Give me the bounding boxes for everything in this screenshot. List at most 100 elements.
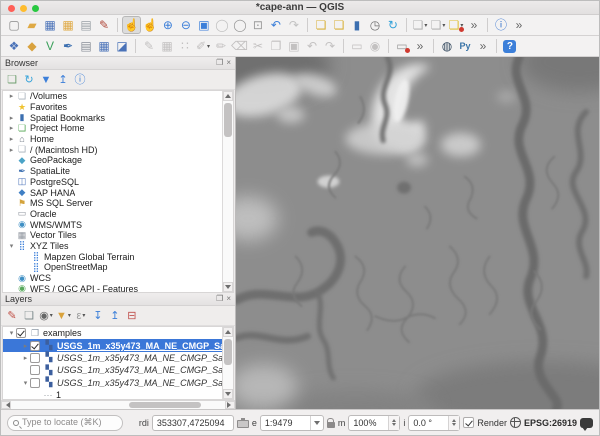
browser-item-home[interactable]: ▸⌂Home [3,134,222,145]
browser-item-wcs[interactable]: ◉WCS [3,273,222,284]
scrollbar-thumb[interactable] [129,402,201,408]
save-edits-button[interactable]: ▦ [158,37,176,55]
extents-toggle-icon[interactable] [237,420,249,428]
cut-features-button[interactable]: ✂ [249,37,267,55]
browser-item-xyz-tiles[interactable]: ▾⣿XYZ Tiles [3,241,222,252]
scroll-down-icon[interactable] [223,282,233,292]
scale-combobox[interactable]: 1:9479 [260,415,324,431]
layers-close-icon[interactable]: × [226,295,231,303]
expander-icon[interactable]: ▾ [21,379,30,387]
browser-item-macintosh-hd[interactable]: ▸❏/ (Macintosh HD) [3,144,222,155]
layer-usgs-2[interactable]: ▸▚USGS_1m_x35y473_MA_NE_CMGP_Sandy [3,352,222,364]
style-manager-button[interactable]: ✎ [95,16,113,34]
layer-usgs-1[interactable]: ▸▚USGS_1m_x35y473_MA_NE_CMGP_Sandy [3,339,222,351]
pan-to-selection-button[interactable]: ☝ [141,16,159,34]
dropdown-caret-icon[interactable]: ▾ [50,312,53,319]
identify-features-button[interactable]: ⓘ [492,16,510,34]
browser-refresh-button[interactable]: ↻ [21,72,37,88]
layer-usgs-4[interactable]: ▾▚USGS_1m_x35y473_MA_NE_CMGP_Sandy [3,377,222,389]
python-console-button[interactable]: Py [456,37,474,55]
scroll-right-icon[interactable] [225,401,235,409]
browser-float-icon[interactable]: ❐ [216,59,223,67]
new-shapefile-button[interactable]: V [41,37,59,55]
layer-visibility-checkbox[interactable] [30,341,40,351]
expander-icon[interactable]: ▸ [21,342,30,350]
digitize-button[interactable]: ∷ [176,37,194,55]
toggle-editing-button[interactable]: ✎ [140,37,158,55]
zoom-last-button[interactable]: ↶ [267,16,285,34]
browser-item-spatial-bookmarks[interactable]: ▸▮Spatial Bookmarks [3,112,222,123]
save-project-as-button[interactable]: ▦ [59,16,77,34]
pin-labels-button[interactable]: ◉ [366,37,384,55]
browser-item-wms-wmts[interactable]: ◉WMS/WMTS [3,219,222,230]
map-themes-button[interactable]: ◉▾ [38,308,54,324]
browser-item-project-home[interactable]: ▸❏Project Home [3,123,222,134]
browser-item-postgresql[interactable]: ◫PostgreSQL [3,177,222,188]
layer-visibility-checkbox[interactable] [30,353,40,363]
browser-item-volumes[interactable]: ▸❏/Volumes [3,91,222,102]
scroll-down-icon[interactable] [223,389,233,399]
browser-item-wfs-ogc-api[interactable]: ◉WFS / OGC API - Features [3,283,222,292]
add-group-button[interactable]: ❏ [21,308,37,324]
new-virtual-layer-button[interactable]: ▤ [77,37,95,55]
expander-icon[interactable]: ▸ [7,92,16,100]
new-3d-map-view-button[interactable]: ❏ [330,16,348,34]
browser-item-vector-tiles[interactable]: ▦Vector Tiles [3,230,222,241]
group-examples[interactable]: ▾❐examples [3,327,222,339]
layer-usgs-3[interactable]: ▚USGS_1m_x35y473_MA_NE_CMGP_Sandy [3,364,222,376]
coordinate-input[interactable]: 353307,4725094 [152,415,234,431]
help-button[interactable]: ? [501,37,519,55]
locator-search-input[interactable]: Type to locate (⌘K) [7,415,123,431]
select-features-button[interactable]: ❏▾ [411,16,429,34]
layers-horizontal-scrollbar[interactable] [1,400,235,409]
browser-item-oracle[interactable]: ▭Oracle [3,209,222,220]
browser-collapse-all-button[interactable]: ↥ [55,72,71,88]
scrollbar-thumb[interactable] [224,339,232,365]
undo-button[interactable]: ↶ [303,37,321,55]
expander-icon[interactable]: ▸ [7,146,16,154]
new-project-button[interactable]: ▢ [5,16,23,34]
browser-item-sap-hana[interactable]: ◆SAP HANA [3,187,222,198]
layer-visibility-checkbox[interactable] [30,365,40,375]
crs-status[interactable]: EPSG:26919 [524,418,577,428]
rotation-spinbox[interactable]: 0.0 ° [408,415,460,431]
label-toolbar-button[interactable]: ▭ [348,37,366,55]
layer-visibility-checkbox[interactable] [30,378,40,388]
refresh-map-button[interactable]: ↻ [384,16,402,34]
messages-icon[interactable] [580,418,593,428]
lock-scale-icon[interactable] [327,422,335,428]
browser-properties-button[interactable]: ⓘ [72,72,88,88]
dropdown-caret-icon[interactable]: ▾ [82,312,85,319]
legend-entry-1[interactable]: ⋯1 [3,389,222,399]
magnifier-spinbox[interactable]: 100% [348,415,400,431]
browser-filter-button[interactable]: ▼ [38,72,54,88]
expander-icon[interactable]: ▾ [7,242,16,250]
new-geopackage-button[interactable]: ◆ [23,37,41,55]
map-canvas[interactable] [236,57,599,409]
temporal-controller-button[interactable]: ◷ [366,16,384,34]
layer-labeling-options-button[interactable]: ▭ [393,37,411,55]
filter-expression-button[interactable]: ε▾ [73,308,89,324]
new-print-layout-button[interactable]: ▤ [77,16,95,34]
paste-features-button[interactable]: ▣ [285,37,303,55]
vertex-tool-button[interactable]: ✏ [212,37,230,55]
dropdown-caret-icon[interactable]: ▾ [424,22,427,29]
copy-features-button[interactable]: ❐ [267,37,285,55]
dropdown-caret-icon[interactable]: ▾ [207,43,210,50]
label-overflow-button[interactable]: » [411,37,429,55]
new-map-view-button[interactable]: ❏ [312,16,330,34]
selection-overflow-button[interactable]: » [465,16,483,34]
zoom-full-button[interactable]: ▣ [195,16,213,34]
zoom-in-button[interactable]: ⊕ [159,16,177,34]
pan-map-button[interactable]: ☝ [122,16,141,34]
browser-vertical-scrollbar[interactable] [222,91,233,292]
expand-all-button[interactable]: ↧ [90,308,106,324]
scrollbar-thumb[interactable] [224,103,232,137]
browser-item-favorites[interactable]: ★Favorites [3,102,222,113]
select-by-form-button[interactable]: ❏▾ [429,16,447,34]
chevron-down-icon[interactable] [310,416,323,430]
filter-legend-button[interactable]: ▼▾ [55,308,72,324]
new-spatialite-button[interactable]: ✒ [59,37,77,55]
expander-icon[interactable]: ▾ [7,329,16,337]
titlebar[interactable]: *cape-ann — QGIS [1,1,599,15]
